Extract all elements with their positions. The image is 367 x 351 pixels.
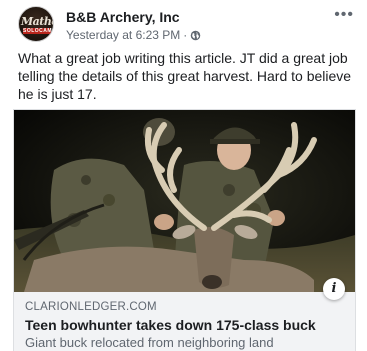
meta-separator: · — [183, 28, 188, 42]
link-preview-card[interactable]: i CLARIONLEDGER.COM Teen bowhunter takes… — [13, 109, 356, 351]
link-title[interactable]: Teen bowhunter takes down 175-class buck — [25, 317, 316, 333]
link-preview-image[interactable] — [14, 110, 355, 292]
post-meta: Yesterday at 6:23 PM · — [66, 28, 201, 42]
link-domain: CLARIONLEDGER.COM — [25, 301, 157, 313]
post-header: Mathews SOLOCAM B&B Archery, Inc Yesterd… — [18, 6, 358, 42]
globe-icon — [191, 30, 201, 40]
page-avatar[interactable]: Mathews SOLOCAM — [18, 6, 54, 42]
more-options-icon[interactable]: ••• — [334, 7, 354, 23]
avatar-logo-subtext: SOLOCAM — [23, 28, 53, 34]
info-icon[interactable]: i — [323, 278, 345, 300]
page-name-link[interactable]: B&B Archery, Inc — [66, 9, 180, 25]
photo-of-hunters-with-buck — [14, 110, 355, 292]
post-timestamp[interactable]: Yesterday at 6:23 PM — [66, 28, 180, 42]
post-text: What a great job writing this article. J… — [18, 50, 352, 102]
link-description: Giant buck relocated from neighboring la… — [25, 335, 274, 350]
